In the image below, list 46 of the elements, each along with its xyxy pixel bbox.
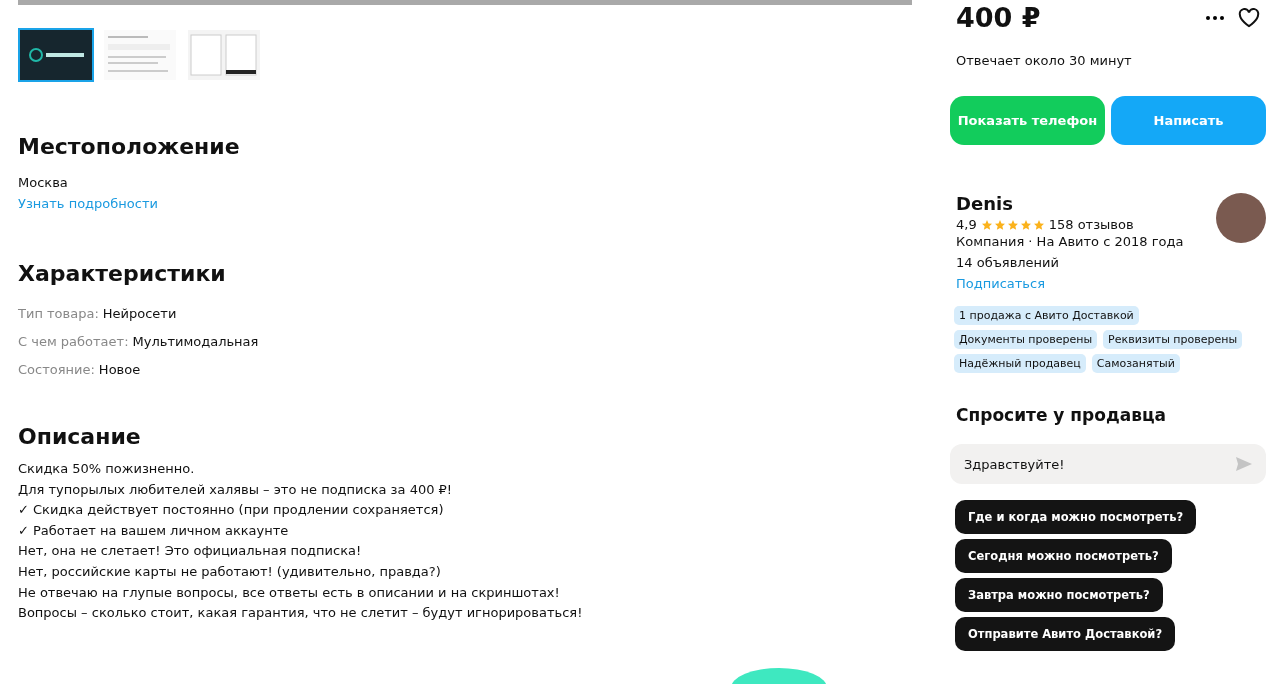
- heart-icon[interactable]: [1238, 7, 1260, 28]
- seller-badge: Надёжный продавец: [954, 354, 1086, 373]
- star-icon: [1006, 218, 1019, 231]
- spec-label: С чем работает:: [18, 333, 129, 351]
- response-time: Отвечает около 30 минут: [956, 53, 1133, 68]
- description-line: Для тупорылых любителей халявы – это не подписка за 400 ₽!: [18, 480, 454, 499]
- star-icon: [1019, 218, 1032, 231]
- spec-value: Мультимодальная: [132, 333, 259, 351]
- description-line: Нет, российские карты не работают! (удивительно, правда?): [18, 562, 442, 581]
- question-chip[interactable]: Сегодня можно посмотреть?: [955, 539, 1172, 573]
- seller-badge: Документы проверены: [954, 330, 1098, 349]
- description-line: Нет, она не слетает! Это официальная подписка!: [18, 542, 363, 561]
- seller-info: Компания · На Авито с 2018 года: [956, 233, 1184, 251]
- description-line: ✓ Работает на вашем личном аккаунте: [18, 521, 290, 540]
- rating-value: 4,9: [956, 217, 977, 232]
- description-line: Не отвечаю на глупые вопросы, все ответы есть в описании и на скриншотах!: [18, 583, 561, 602]
- question-chip[interactable]: Отправите Авито Доставкой?: [955, 617, 1176, 651]
- city-text: Москва: [18, 174, 69, 192]
- question-chip[interactable]: Завтра можно посмотреть?: [955, 578, 1163, 612]
- star-icon: [993, 218, 1006, 231]
- image-thumbnail[interactable]: [186, 28, 262, 82]
- question-chip[interactable]: Где и когда можно посмотреть?: [955, 500, 1197, 534]
- seller-badge: Реквизиты проверены: [1103, 330, 1243, 349]
- spec-value: Новое: [98, 361, 141, 379]
- listings-count: 14 объявлений: [956, 253, 1061, 272]
- reviews-count[interactable]: 158 отзывов: [1048, 217, 1134, 232]
- star-icon: [1032, 218, 1045, 231]
- spec-value: Нейросети: [102, 305, 177, 323]
- ask-heading: Спросите у продавца: [956, 405, 1167, 425]
- star-icon: [980, 218, 993, 231]
- price: 400 ₽: [956, 2, 1041, 33]
- section-heading: Местоположение: [18, 134, 241, 159]
- seller-name[interactable]: Denis: [956, 193, 1184, 214]
- more-icon[interactable]: [1206, 15, 1224, 20]
- description-line: Скидка 50% пожизненно.: [18, 460, 196, 478]
- seller-badge: 1 продажа с Авито Доставкой: [954, 306, 1139, 325]
- message-field[interactable]: Здравствуйте!: [950, 444, 1266, 484]
- avatar: [1216, 193, 1266, 243]
- seller-badge: Самозанятый: [1091, 354, 1180, 373]
- section-heading: Описание: [18, 424, 142, 449]
- image-thumbnail[interactable]: [18, 28, 94, 82]
- description-line: Вопросы – сколько стоит, какая гарантия, что не слетит – будут игнорироваться!: [18, 604, 584, 623]
- description-line: ✓ Скидка действует постоянно (при продлении сохраняется): [18, 501, 445, 520]
- section-heading: Характеристики: [18, 261, 227, 286]
- spec-label: Состояние:: [18, 361, 95, 379]
- spec-label: Тип товара:: [18, 305, 99, 323]
